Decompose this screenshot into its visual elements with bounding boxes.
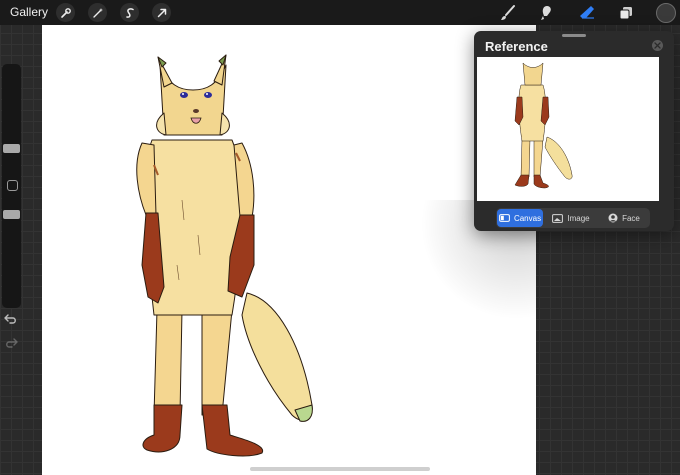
- face-icon: [608, 213, 618, 223]
- redo-icon[interactable]: [3, 336, 19, 350]
- tab-canvas[interactable]: Canvas: [497, 209, 543, 227]
- smudge-icon[interactable]: [536, 2, 558, 24]
- modify-square-icon[interactable]: [7, 180, 18, 191]
- undo-icon[interactable]: [3, 312, 19, 326]
- tab-face-label: Face: [622, 213, 640, 223]
- drawing-canvas[interactable]: [42, 25, 536, 475]
- reference-fox-thumbnail: [514, 62, 573, 189]
- canvas-icon: [499, 214, 510, 222]
- color-swatch[interactable]: [656, 3, 676, 23]
- close-icon[interactable]: [652, 40, 663, 51]
- reference-mode-selector: Canvas Image Face: [496, 208, 650, 228]
- transform-arrow-icon[interactable]: [152, 3, 171, 22]
- opacity-slider[interactable]: [3, 210, 20, 219]
- eraser-icon[interactable]: [576, 2, 598, 24]
- gallery-button[interactable]: Gallery: [10, 5, 48, 19]
- tab-canvas-label: Canvas: [513, 213, 542, 223]
- wrench-icon[interactable]: [56, 3, 75, 22]
- reference-title: Reference: [485, 39, 548, 54]
- home-indicator: [250, 467, 430, 471]
- left-sidebar: [2, 64, 21, 308]
- top-toolbar: Gallery: [0, 0, 680, 25]
- tab-image-label: Image: [567, 213, 590, 223]
- fox-character-drawing: [136, 54, 313, 457]
- reference-preview: [477, 57, 659, 201]
- panel-grab-handle[interactable]: [562, 34, 586, 37]
- magic-wand-icon[interactable]: [88, 3, 107, 22]
- brush-size-slider[interactable]: [3, 144, 20, 153]
- selection-s-icon[interactable]: [120, 3, 139, 22]
- image-icon: [552, 213, 564, 223]
- reference-panel: Reference Canvas Image Face: [474, 31, 674, 231]
- tab-face[interactable]: Face: [599, 209, 649, 227]
- tab-image[interactable]: Image: [543, 209, 599, 227]
- layers-icon[interactable]: [615, 2, 637, 24]
- brush-icon[interactable]: [497, 2, 519, 24]
